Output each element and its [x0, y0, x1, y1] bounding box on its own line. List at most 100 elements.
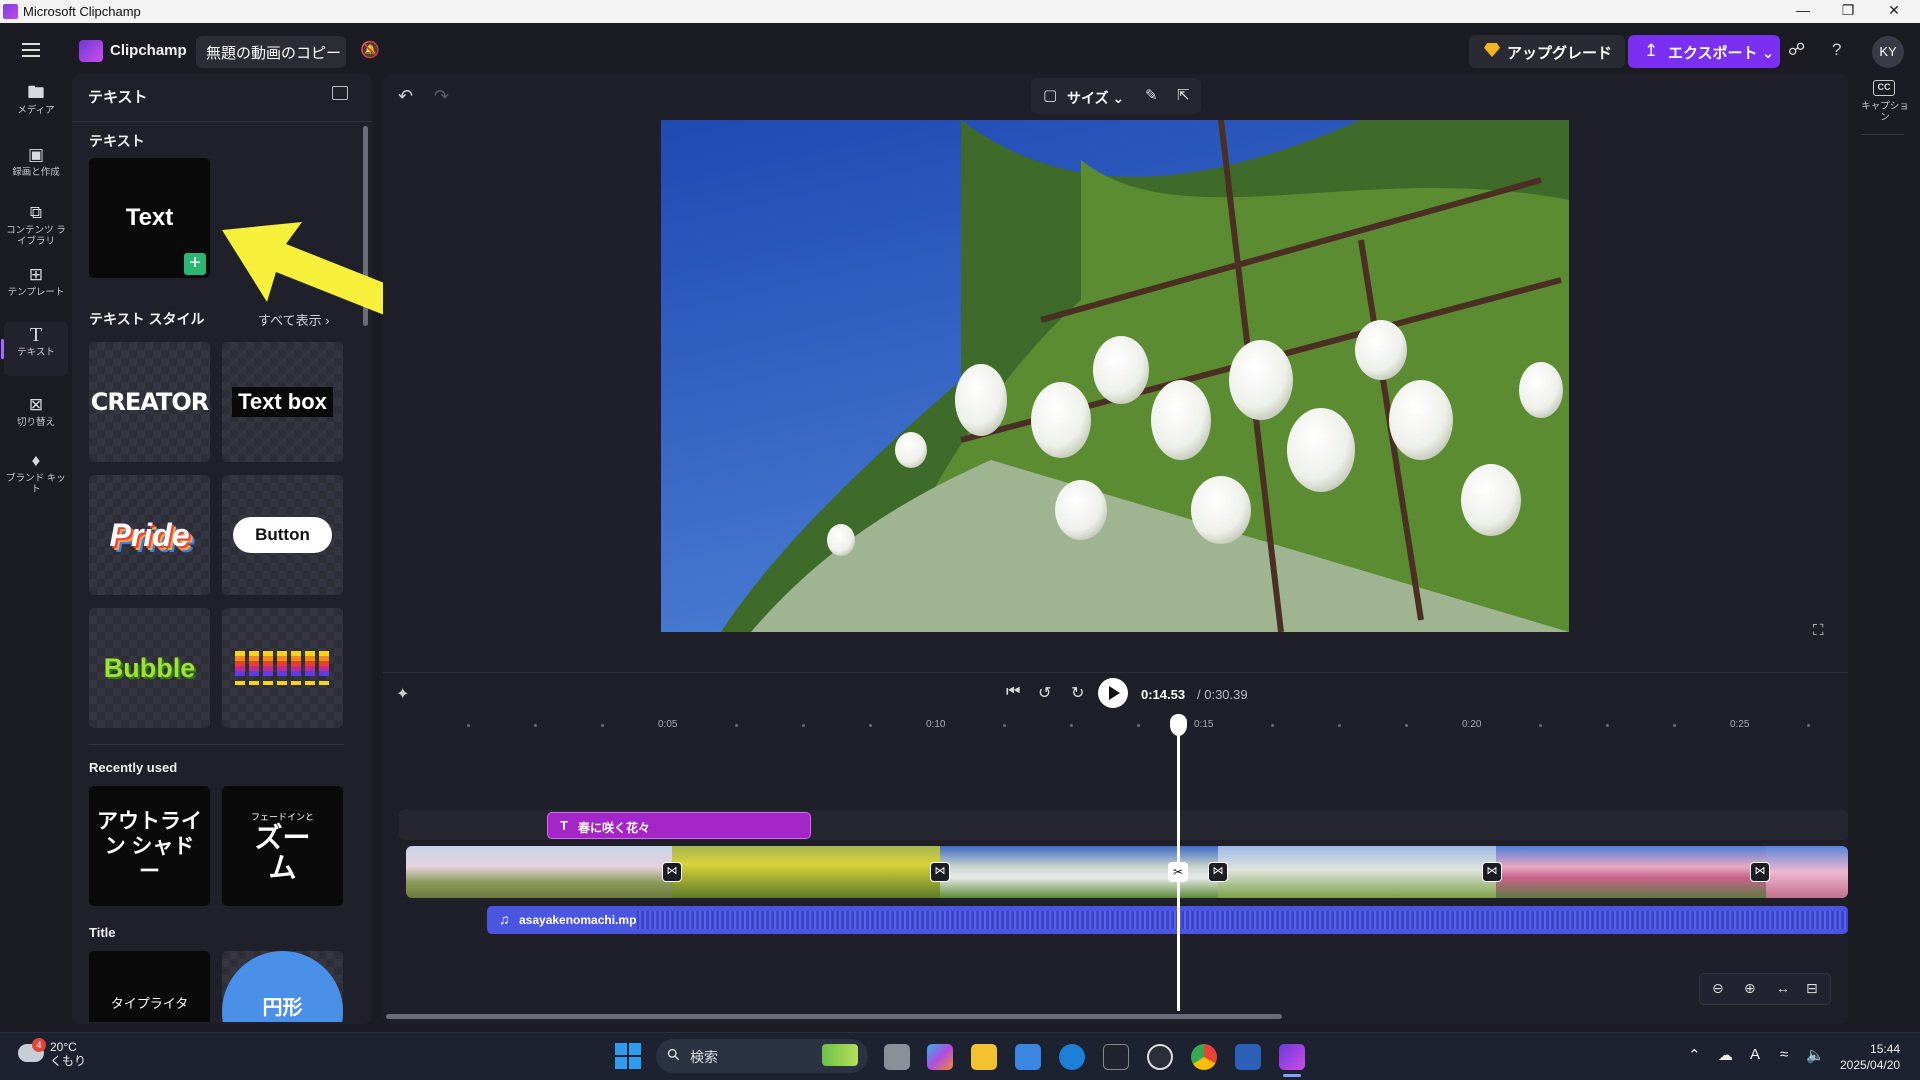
weather-desc: くもり	[50, 1054, 87, 1068]
crop-icon[interactable]: ▢	[1043, 86, 1057, 104]
transition-icon[interactable]: ⋈	[1482, 862, 1502, 882]
ime-indicator[interactable]: A	[1750, 1046, 1760, 1063]
video-preview[interactable]	[661, 120, 1569, 632]
sidebar-item-label: 録画と作成	[12, 167, 60, 178]
help-button[interactable]: ?	[1832, 40, 1841, 60]
style-tile-retro[interactable]	[222, 608, 343, 728]
sidebar-item-brand-kit[interactable]: ♦ ブランド キット	[4, 448, 68, 502]
transition-icon[interactable]: ⋈	[1208, 862, 1228, 882]
style-tile-button[interactable]: Button	[222, 475, 343, 595]
clipchamp-taskbar-icon[interactable]	[1279, 1044, 1305, 1070]
redo-icon[interactable]: ↷	[434, 86, 449, 107]
style-button-label: Button	[233, 517, 332, 553]
video-clip[interactable]	[406, 846, 672, 898]
menu-button[interactable]	[22, 43, 42, 59]
captions-icon[interactable]: CC	[1873, 80, 1895, 96]
current-time: 0:14.53	[1141, 687, 1186, 702]
sidebar-item-record[interactable]: ▣ 録画と作成	[4, 142, 68, 196]
dell-icon[interactable]	[1147, 1044, 1173, 1070]
recent-tile-fade-zoom[interactable]: フェードインと ズーム	[222, 786, 343, 906]
window-title: Microsoft Clipchamp	[23, 4, 141, 19]
zoom-in-icon[interactable]: ⊕	[1744, 980, 1756, 997]
style-pride-label: Pride	[109, 516, 190, 553]
copilot-icon[interactable]	[927, 1044, 953, 1070]
style-tile-creator[interactable]: CREATOR	[89, 342, 210, 462]
forward-5-icon[interactable]: ↻	[1071, 683, 1084, 703]
video-clip[interactable]	[1218, 846, 1496, 898]
audio-meter-icon[interactable]	[1103, 1044, 1129, 1070]
playhead-handle[interactable]	[1170, 714, 1187, 736]
zoom-out-icon[interactable]: ⊖	[1712, 980, 1724, 997]
share-icon[interactable]: ☍	[1788, 40, 1805, 60]
fit-timeline-icon[interactable]: ↔	[1776, 980, 1790, 996]
sidebar-item-content-library[interactable]: ⧉ コンテンツ ライブラリ	[4, 200, 68, 254]
transition-icon[interactable]: ⋈	[1750, 862, 1770, 882]
style-tile-pride[interactable]: Pride	[89, 475, 210, 595]
fullscreen-icon[interactable]: ⛶	[1813, 622, 1829, 639]
task-view-icon[interactable]	[884, 1044, 910, 1070]
split-scissors-icon[interactable]: ✂	[1168, 862, 1188, 882]
recent-tile-outline-shadow[interactable]: アウトライン シャドー	[89, 786, 210, 906]
video-clip[interactable]	[672, 846, 940, 898]
sidebar-item-transitions[interactable]: ⊠ 切り替え	[4, 392, 68, 446]
avatar[interactable]: KY	[1872, 36, 1904, 68]
sidebar-item-label: テンプレート	[7, 287, 65, 298]
windows-start-icon[interactable]	[615, 1043, 641, 1069]
wifi-icon[interactable]: ≈	[1780, 1046, 1788, 1063]
recent-outline-label: アウトライン シャドー	[97, 809, 202, 883]
magic-wand-icon[interactable]: ✦	[396, 684, 409, 704]
close-button[interactable]: ✕	[1882, 2, 1906, 19]
sidebar-item-text[interactable]: T テキスト	[1, 322, 68, 376]
style-tile-bubble[interactable]: Bubble	[89, 608, 210, 728]
captions-label[interactable]: キャプション	[1857, 101, 1913, 123]
sidebar-item-label: テキスト	[17, 347, 55, 358]
edge-icon[interactable]	[1059, 1044, 1085, 1070]
file-explorer-icon[interactable]	[971, 1044, 997, 1070]
timeline-layout-icon[interactable]: ⊟	[1806, 980, 1818, 997]
sidebar-item-media[interactable]: 🖿 メディア	[4, 80, 68, 134]
sidebar-item-templates[interactable]: ⊞ テンプレート	[4, 262, 68, 316]
minimize-button[interactable]: —	[1791, 2, 1815, 18]
store-icon[interactable]	[1015, 1044, 1041, 1070]
notifications-off-icon[interactable]: 🔕	[360, 40, 382, 60]
rewind-5-icon[interactable]: ↺	[1038, 683, 1051, 703]
text-tile[interactable]: Text +	[89, 158, 210, 278]
restore-button[interactable]: ❐	[1836, 2, 1860, 19]
sidebar-item-label: ブランド キット	[6, 473, 66, 495]
share-preview-icon[interactable]: ⇱	[1177, 86, 1190, 104]
transition-icon[interactable]: ⋈	[930, 862, 950, 882]
ruler-dot	[1807, 724, 1810, 727]
edit-icon[interactable]: ✎	[1145, 86, 1158, 104]
tray-overflow-icon[interactable]: ⌃	[1688, 1046, 1701, 1064]
clock-time: 15:44	[1870, 1042, 1901, 1056]
video-track[interactable]	[406, 846, 1848, 898]
video-clip[interactable]	[1496, 846, 1766, 898]
text-clip[interactable]: 春に咲く花々	[547, 812, 811, 839]
title-typewriter-label: タイプライタ	[110, 996, 189, 1011]
add-icon[interactable]: +	[184, 253, 206, 275]
size-button[interactable]: サイズ ⌄	[1067, 88, 1124, 108]
divider	[72, 121, 372, 122]
audio-clip[interactable]: asayakenomachi.mp3	[487, 906, 1848, 934]
ruler-dot	[1003, 724, 1006, 727]
chrome-icon[interactable]	[1191, 1044, 1217, 1070]
skip-back-icon[interactable]: ⏮	[1006, 683, 1020, 701]
transition-icon[interactable]: ⋈	[662, 862, 682, 882]
onedrive-icon[interactable]: ☁	[1718, 1046, 1733, 1064]
title-tile-circle[interactable]: 円形	[222, 951, 343, 1022]
collapse-panel-icon[interactable]	[332, 86, 348, 100]
word-icon[interactable]	[1235, 1044, 1261, 1070]
timeline-scrollbar[interactable]	[386, 1014, 1282, 1019]
style-tile-text-box[interactable]: Text box	[222, 342, 343, 462]
project-name-field[interactable]: 無題の動画のコピー	[196, 36, 346, 68]
taskbar-clock[interactable]: 15:44 2025/04/20	[1840, 1041, 1900, 1073]
title-tile-typewriter[interactable]: タイプライタ	[89, 951, 210, 1022]
play-button[interactable]	[1098, 678, 1128, 708]
volume-icon[interactable]: 🔈	[1806, 1046, 1825, 1064]
video-clip[interactable]	[1766, 846, 1848, 898]
undo-icon[interactable]: ↶	[398, 86, 413, 107]
ruler-dot	[1405, 724, 1408, 727]
weather-widget[interactable]: 20°C くもり	[50, 1040, 86, 1068]
style-bubble-label: Bubble	[103, 652, 196, 683]
divider	[1862, 134, 1904, 135]
